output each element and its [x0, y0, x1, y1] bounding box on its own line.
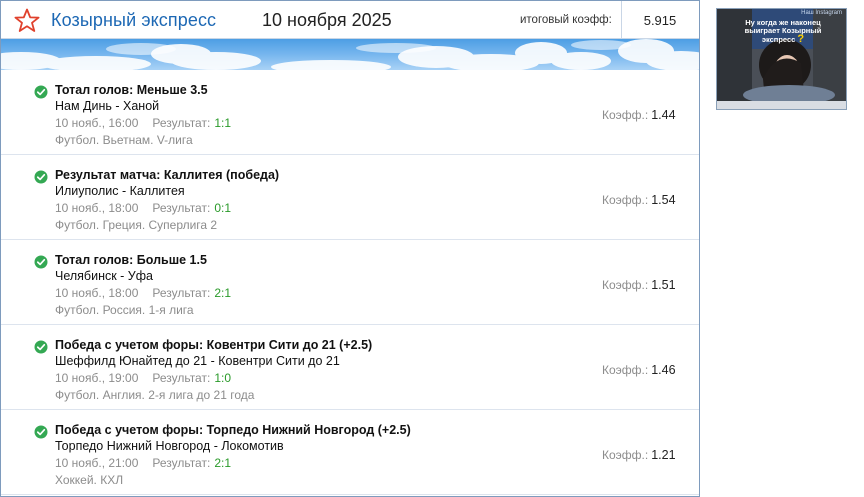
bet-result-value: 2:1	[214, 286, 231, 300]
bet-odds-value: 1.21	[651, 448, 676, 462]
bet-odds: Коэфф.: 1.46	[602, 363, 676, 377]
bet-league: Футбол. Вьетнам. V-лига	[55, 133, 193, 147]
bet-odds: Коэфф.: 1.54	[602, 193, 676, 207]
bet-market: Результат матча: Каллитея (победа)	[55, 168, 280, 182]
express-panel: Козырный экспресс 10 ноября 2025 итоговы…	[0, 0, 700, 497]
check-circle-icon	[34, 340, 48, 354]
bet-row: Победа с учетом форы: Ковентри Сити до 2…	[1, 325, 699, 410]
check-circle-icon	[34, 85, 48, 99]
bet-teams: Шеффилд Юнайтед до 21 - Ковентри Сити до…	[55, 354, 340, 368]
bet-meta: 10 нояб., 21:00 Результат: 2:1	[55, 456, 231, 470]
clouds-image	[1, 39, 699, 70]
bet-odds-label: Коэфф.:	[602, 108, 649, 122]
check-circle-icon	[34, 170, 48, 184]
bet-result-label: Результат:	[152, 286, 211, 300]
bet-result-label: Результат:	[152, 201, 211, 215]
bet-result-label: Результат:	[152, 371, 211, 385]
page-title: Козырный экспресс	[51, 10, 217, 30]
bet-league: Футбол. Англия. 2-я лига до 21 года	[55, 388, 255, 402]
bet-odds: Коэфф.: 1.21	[602, 448, 676, 462]
bet-odds-value: 1.46	[651, 363, 676, 377]
bet-row: Тотал голов: Меньше 3.5 Нам Динь - Ханой 1…	[1, 70, 699, 155]
bet-odds-value: 1.51	[651, 278, 676, 292]
bet-odds-value: 1.44	[651, 108, 676, 122]
bet-time: 10 нояб., 16:00	[55, 116, 139, 130]
bet-market: Победа с учетом форы: Ковентри Сити до 2…	[55, 338, 373, 352]
bet-result-label: Результат:	[152, 116, 211, 130]
promo-thumbnail[interactable]: Наш Instagram Ну когда же наконец выигра…	[716, 8, 847, 110]
bet-meta: 10 нояб., 18:00 Результат: 0:1	[55, 201, 231, 215]
header: Козырный экспресс 10 ноября 2025 итоговы…	[1, 1, 699, 39]
bet-result-value: 2:1	[214, 456, 231, 470]
check-circle-icon	[34, 255, 48, 269]
bet-odds-label: Коэфф.:	[602, 363, 649, 377]
total-coef-label: итоговый коэфф:	[520, 14, 612, 26]
row-divider	[1, 494, 699, 495]
bet-league: Футбол. Греция. Суперлига 2	[55, 218, 218, 232]
check-circle-icon	[34, 425, 48, 439]
bet-result-label: Результат:	[152, 456, 211, 470]
bet-time: 10 нояб., 19:00	[55, 371, 139, 385]
bet-odds: Коэфф.: 1.51	[602, 278, 676, 292]
total-coef-box: 5.915	[621, 1, 699, 39]
bet-teams: Челябинск - Уфа	[55, 269, 153, 283]
bet-odds-label: Коэфф.:	[602, 193, 649, 207]
express-date: 10 ноября 2025	[262, 10, 392, 30]
bet-row: Тотал голов: Больше 1.5 Челябинск - Уфа 10…	[1, 240, 699, 325]
bet-time: 10 нояб., 18:00	[55, 201, 139, 215]
bet-result-value: 0:1	[214, 201, 231, 215]
bet-result-value: 1:0	[214, 371, 231, 385]
bet-meta: 10 нояб., 18:00 Результат: 2:1	[55, 286, 231, 300]
star-logo-icon	[14, 8, 40, 32]
bet-row: Результат матча: Каллитея (победа) Илиупо…	[1, 155, 699, 240]
bet-row: Победа с учетом форы: Торпедо Нижний Нов…	[1, 410, 699, 495]
bet-meta: 10 нояб., 16:00 Результат: 1:1	[55, 116, 231, 130]
promo-top-text: Наш Instagram	[801, 10, 842, 16]
bet-meta: 10 нояб., 19:00 Результат: 1:0	[55, 371, 231, 385]
bet-teams: Нам Динь - Ханой	[55, 99, 160, 113]
bet-teams: Илиуполис - Каллитея	[55, 184, 185, 198]
bet-league: Футбол. Россия. 1-я лига	[55, 303, 194, 317]
bet-market: Тотал голов: Меньше 3.5	[55, 83, 208, 97]
promo-caption: Ну когда же наконец выиграет Козырный эк…	[727, 18, 839, 45]
bet-odds-value: 1.54	[651, 193, 676, 207]
sky-banner	[1, 39, 699, 70]
bet-teams: Торпедо Нижний Новгород - Локомотив	[55, 439, 284, 453]
bet-time: 10 нояб., 21:00	[55, 456, 139, 470]
total-coef-value: 5.915	[643, 13, 677, 28]
bet-odds-label: Коэфф.:	[602, 448, 649, 462]
bet-league: Хоккей. КХЛ	[55, 473, 124, 487]
bet-market: Тотал голов: Больше 1.5	[55, 253, 207, 267]
promo-question-mark: ?	[797, 33, 805, 45]
bet-time: 10 нояб., 18:00	[55, 286, 139, 300]
bet-list: Тотал голов: Меньше 3.5 Нам Динь - Ханой 1…	[1, 70, 699, 496]
bet-market: Победа с учетом форы: Торпедо Нижний Нов…	[55, 423, 411, 437]
bet-odds: Коэфф.: 1.44	[602, 108, 676, 122]
bet-odds-label: Коэфф.:	[602, 278, 649, 292]
bet-result-value: 1:1	[214, 116, 231, 130]
promo-caption-text: Ну когда же наконец выиграет Козырный эк…	[744, 18, 822, 44]
